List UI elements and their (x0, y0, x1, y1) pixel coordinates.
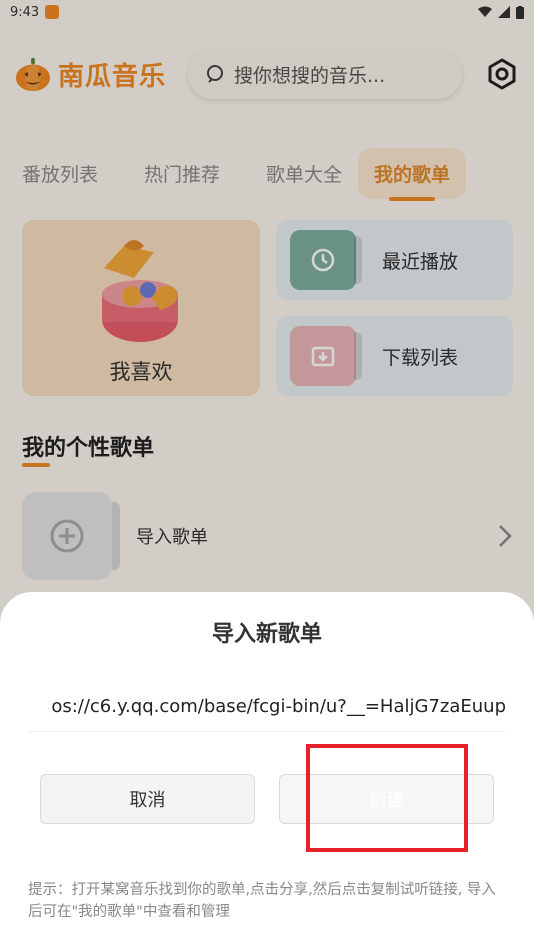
highlight-box (306, 744, 468, 852)
dialog-title: 导入新歌单 (211, 622, 322, 647)
cancel-button[interactable]: 取消 (40, 774, 255, 824)
playlist-url-value: os://c6.y.qq.com/base/fcgi-bin/u?__=Halj… (51, 696, 506, 717)
dialog-hint: 提示：打开某窝音乐找到你的歌单,点击分享,然后点击复制试听链接, 导入后可在"我… (28, 882, 496, 920)
playlist-url-input[interactable]: os://c6.y.qq.com/base/fcgi-bin/u?__=Halj… (28, 682, 506, 732)
